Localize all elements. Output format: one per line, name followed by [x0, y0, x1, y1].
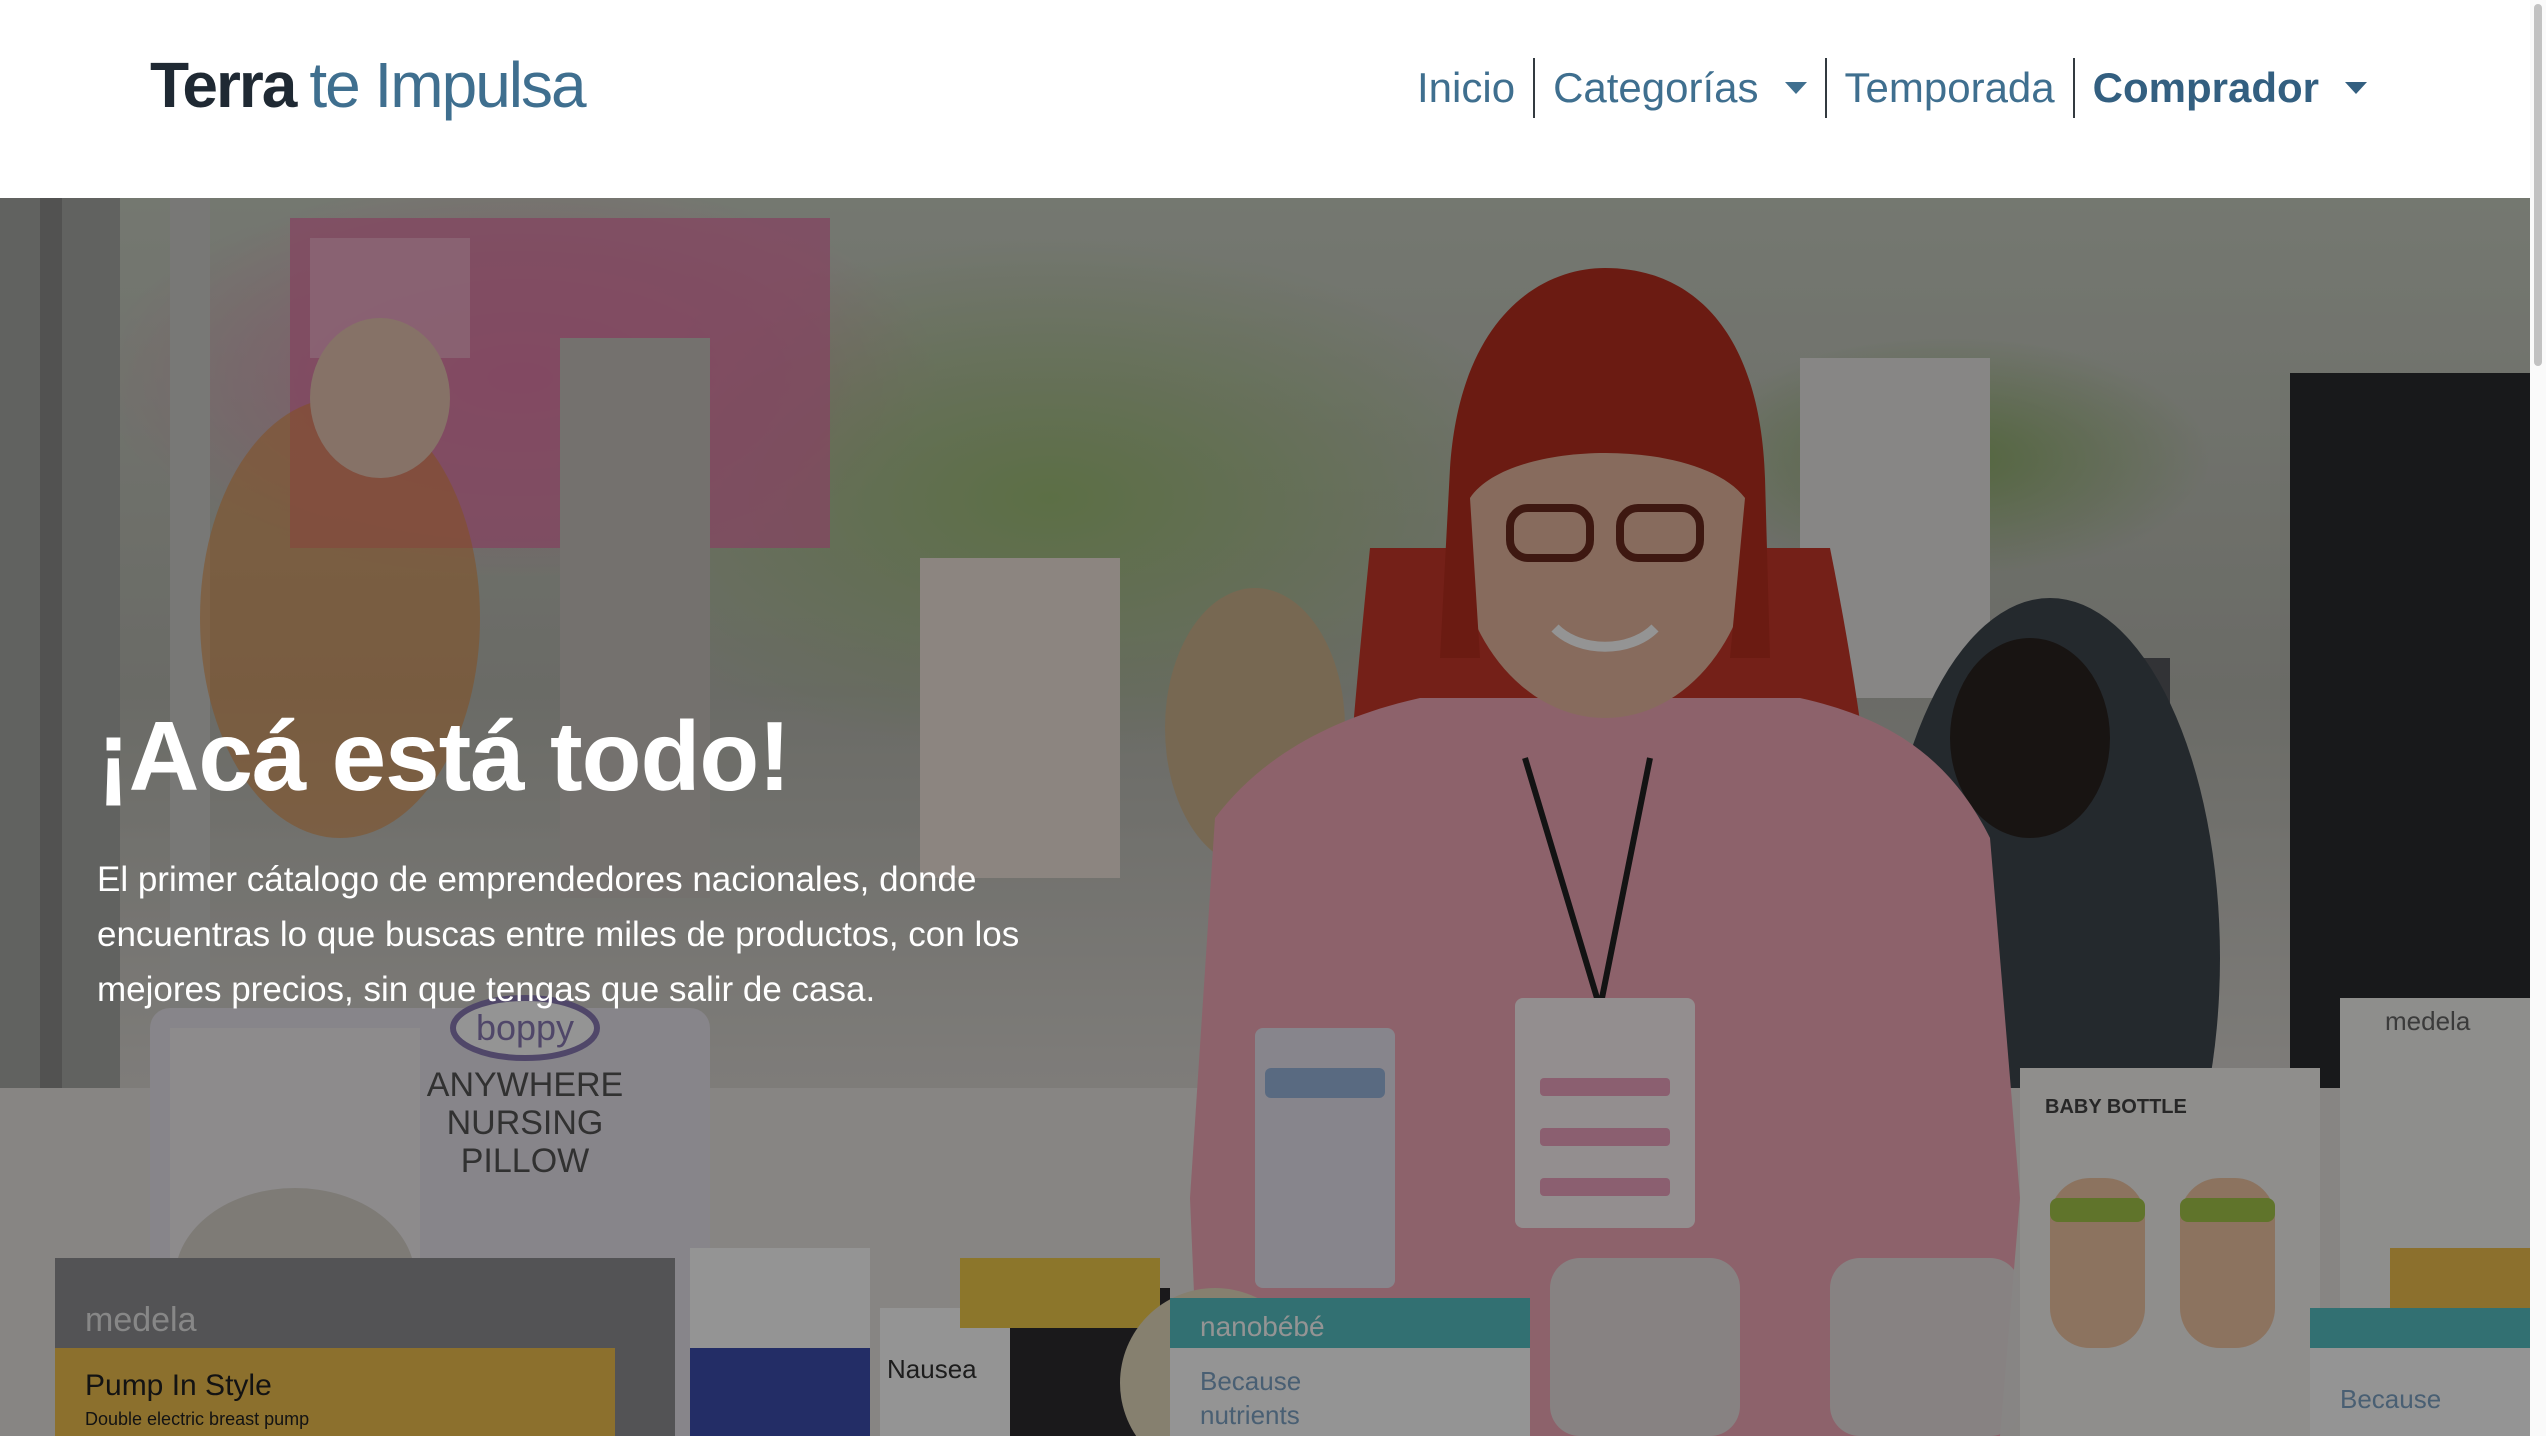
- nav-item-label: Categorías: [1553, 64, 1759, 111]
- nav-item-comprador[interactable]: Comprador: [2075, 56, 2385, 120]
- brand-name-bold: Terra: [150, 49, 297, 121]
- nav-item-categorias[interactable]: Categorías: [1535, 56, 1824, 120]
- brand-logo[interactable]: Terra te Impulsa: [150, 48, 587, 128]
- nav-item-label: Inicio: [1417, 64, 1516, 111]
- chevron-down-icon: [1784, 82, 1807, 94]
- brand-name-light: te Impulsa: [309, 49, 586, 121]
- nav-item-temporada[interactable]: Temporada: [1827, 56, 2073, 120]
- nav-item-label: Comprador: [2092, 64, 2319, 111]
- navbar: Terra te Impulsa Inicio Categorías Tempo…: [0, 0, 2530, 198]
- chevron-down-icon: [2345, 82, 2367, 94]
- hero-content: ¡Acá está todo! El primer cátalogo de em…: [97, 698, 1097, 1017]
- page-scrollbar[interactable]: [2530, 0, 2546, 1436]
- hero-description: El primer cátalogo de emprendedores naci…: [97, 859, 1020, 1010]
- main-nav: Inicio Categorías Temporada Comprador: [1399, 56, 2385, 120]
- nav-item-inicio[interactable]: Inicio: [1399, 56, 1533, 120]
- scrollbar-thumb[interactable]: [2534, 4, 2542, 366]
- nav-item-label: Temporada: [1844, 64, 2055, 111]
- hero-title: ¡Acá está todo!: [97, 701, 791, 811]
- hero-banner: boppy ANYWHERE NURSING PILLOW medela Pum…: [0, 198, 2530, 1436]
